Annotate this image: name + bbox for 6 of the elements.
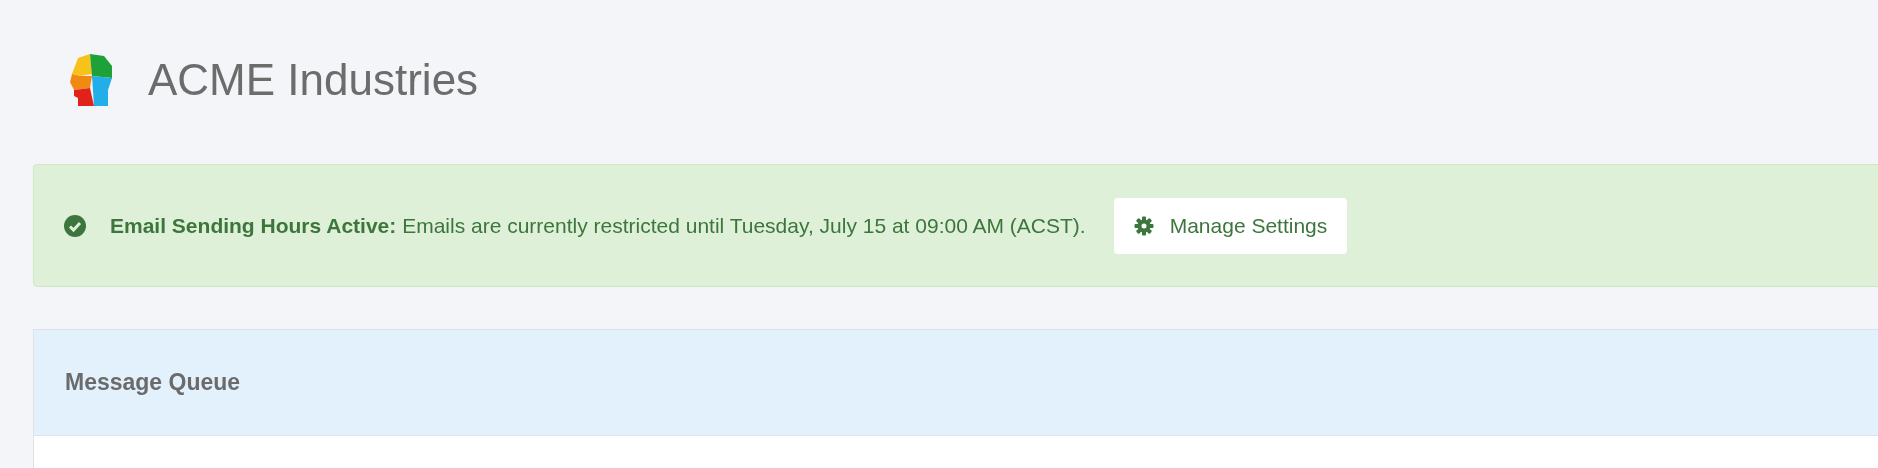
check-circle-icon [64,214,86,237]
manage-settings-button[interactable]: Manage Settings [1113,197,1348,254]
head-logo-icon [68,52,114,108]
panel-title: Message Queue [65,368,241,398]
company-title: ACME Industries [148,54,479,106]
alert-message: Email Sending Hours Active: Emails are currently restricted until Tuesday, July 15 at 09:00 AM (ACST). [110,212,1086,239]
